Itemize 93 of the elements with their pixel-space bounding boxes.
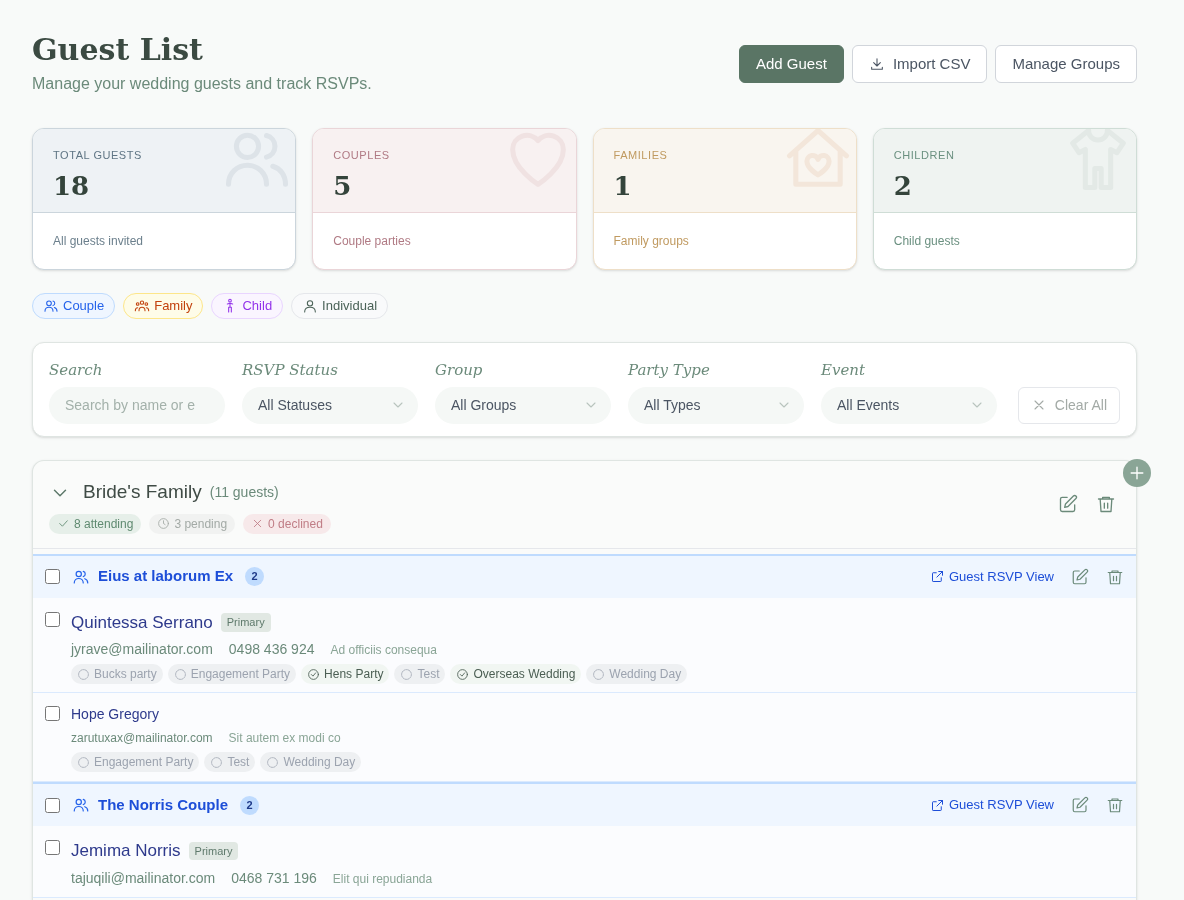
stat-caption: All guests invited: [53, 233, 144, 250]
stat-value: 5: [333, 169, 353, 202]
stat-caption: Couple parties: [333, 233, 411, 250]
dashed-circle-icon: [173, 667, 187, 681]
party-name: The Norris Couple: [98, 794, 228, 815]
checkbox[interactable]: [45, 706, 60, 721]
rsvp-count-badge: 0 declined: [243, 513, 331, 534]
checkbox[interactable]: [45, 569, 60, 584]
download-icon: [868, 56, 885, 72]
filter-dropdown[interactable]: All Groups: [435, 386, 611, 424]
trash-icon[interactable]: [1106, 796, 1124, 814]
event-chip: Wedding Day: [586, 664, 688, 684]
event-chip: Wedding Day: [260, 752, 362, 772]
group-title: Bride's Family: [83, 480, 202, 505]
stat-value: 2: [893, 169, 913, 202]
rsvp-count-badge: 8 attending: [49, 513, 142, 534]
external-link-icon: [930, 797, 945, 813]
dashed-circle-icon: [77, 755, 90, 769]
guest-name: Hope Gregory: [71, 705, 159, 724]
people-icon: [72, 796, 90, 814]
page-title: Guest List: [32, 32, 204, 68]
event-chip: Hens Party: [301, 664, 390, 684]
rsvp-count-badge: 3 pending: [149, 513, 236, 534]
filter-label: Group: [435, 360, 484, 381]
guest-note: Sit autem ex modi co: [228, 730, 341, 747]
edit-icon[interactable]: [1071, 567, 1089, 586]
guest-name: Quintessa Serrano: [71, 611, 213, 634]
event-chip: Overseas Wedding: [450, 664, 582, 684]
stat-value: 18: [53, 169, 91, 202]
rsvp-view-link[interactable]: Guest RSVP View: [930, 795, 1054, 815]
filter-label: Party Type: [628, 360, 711, 381]
filter-label: Event: [821, 360, 866, 381]
filter-label: Search: [49, 360, 104, 381]
stat-value: 1: [613, 169, 633, 202]
event-chip: Engagement Party: [167, 664, 297, 684]
guest-email: tajuqili@mailinator.com: [71, 868, 216, 888]
stat-label: COUPLES: [333, 148, 391, 163]
guest-email: zarutuxax@mailinator.com: [71, 730, 213, 747]
check-circle-icon: [456, 667, 470, 681]
primary-tag: Primary: [188, 841, 239, 860]
guest-count: (11 guests): [209, 483, 279, 502]
guest-phone: 0468 731 196: [231, 868, 317, 888]
stat-label: FAMILIES: [613, 148, 669, 163]
manage-groups-button[interactable]: Manage Groups: [995, 45, 1137, 83]
external-link-icon: [930, 569, 945, 584]
party-type-chip: Individual: [291, 293, 389, 319]
checkbox[interactable]: [45, 797, 60, 813]
filter-dropdown[interactable]: All Events: [821, 386, 997, 424]
dashed-circle-icon: [400, 667, 414, 681]
family-icon: [134, 298, 151, 314]
import-button[interactable]: Import CSV: [851, 45, 988, 83]
filter-dropdown[interactable]: All Types: [628, 386, 804, 424]
dashed-circle-icon: [77, 667, 90, 681]
stat-label: TOTAL GUESTS: [53, 148, 143, 163]
dashed-circle-icon: [210, 755, 224, 769]
party-type-chip: Child: [211, 293, 284, 319]
add-guest-button[interactable]: Add Guest: [739, 45, 844, 83]
member-count: 2: [245, 567, 265, 586]
dashed-circle-icon: [592, 667, 606, 681]
guest-email: jyrave@mailinator.com: [71, 640, 213, 659]
party-type-chip: Family: [123, 293, 204, 319]
event-chip: Test: [394, 664, 446, 684]
stat-caption: Family groups: [613, 233, 689, 250]
stat-label: CHILDREN: [893, 148, 956, 163]
checkbox[interactable]: [45, 840, 60, 855]
primary-tag: Primary: [220, 613, 271, 632]
event-chip: Test: [204, 752, 256, 772]
check-circle-icon: [307, 667, 321, 681]
page-subtitle: Manage your wedding guests and track RSVPs.: [32, 74, 372, 94]
guest-name: Jemima Norris: [71, 840, 181, 862]
party-type-chip: Couple: [32, 293, 116, 319]
event-chip: Bucks party: [71, 664, 163, 684]
stat-caption: Child guests: [893, 233, 960, 250]
search-field[interactable]: Search by name or e: [49, 386, 225, 424]
trash-icon[interactable]: [1106, 567, 1124, 586]
people-icon: [43, 298, 59, 314]
guest-note: Elit qui repudianda: [332, 870, 433, 888]
event-chip: Engagement Party: [71, 752, 200, 772]
member-count: 2: [240, 795, 259, 815]
party-name: Eius at laborum Ex: [98, 566, 234, 587]
checkbox[interactable]: [45, 611, 60, 627]
rsvp-view-link[interactable]: Guest RSVP View: [930, 566, 1054, 587]
dashed-circle-icon: [266, 755, 280, 769]
person-icon: [302, 298, 319, 314]
guest-phone: 0498 436 924: [228, 640, 315, 659]
add-button[interactable]: [1123, 458, 1151, 487]
clock-icon: [157, 517, 171, 531]
edit-icon[interactable]: [1058, 494, 1078, 514]
edit-icon[interactable]: [1071, 796, 1089, 814]
filter-dropdown[interactable]: All Statuses: [242, 386, 418, 424]
trash-icon[interactable]: [1096, 494, 1116, 514]
filter-label: RSVP Status: [242, 360, 339, 381]
guest-note: Ad officiis consequa: [330, 642, 437, 659]
